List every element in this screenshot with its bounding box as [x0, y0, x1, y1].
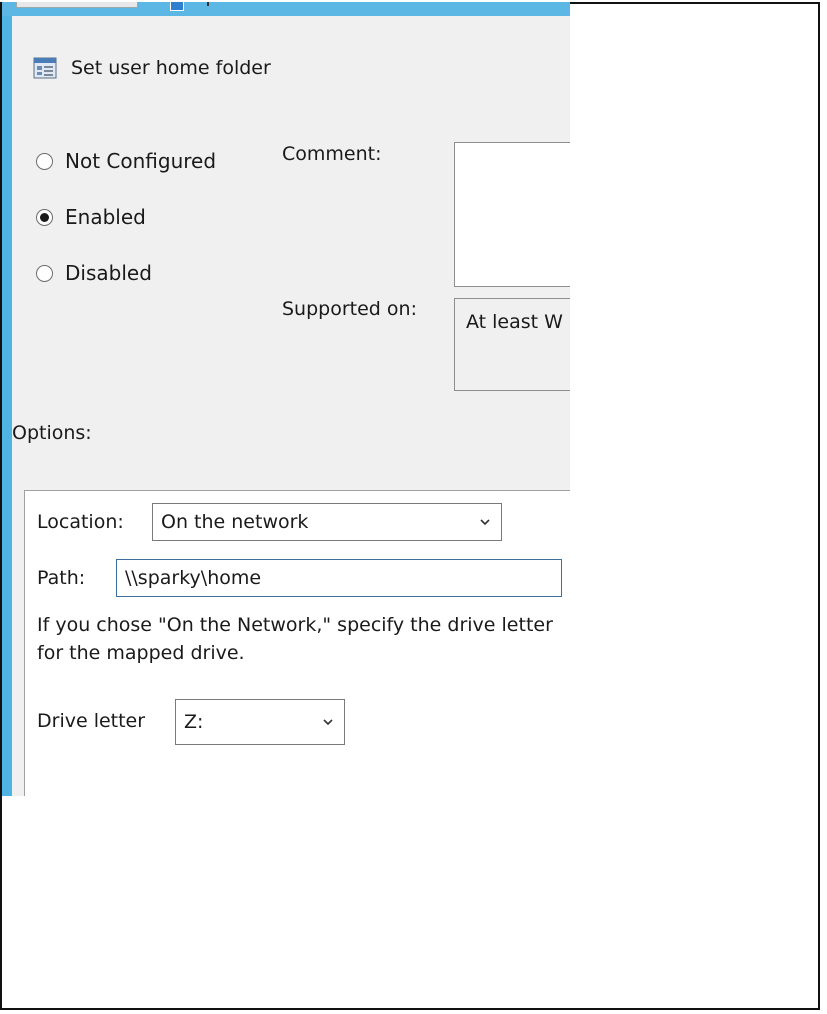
- location-dropdown[interactable]: On the network: [152, 503, 502, 541]
- radio-label: Disabled: [65, 261, 152, 285]
- options-label: Options:: [12, 422, 92, 444]
- chevron-down-icon: [480, 519, 490, 526]
- policy-setting-icon: [33, 56, 57, 80]
- path-label: Path:: [37, 567, 86, 589]
- drive-letter-label: Drive letter: [37, 710, 146, 732]
- path-value: \\sparky\home: [125, 567, 262, 589]
- radio-enabled[interactable]: Enabled: [36, 205, 146, 229]
- supported-on-label: Supported on:: [282, 298, 417, 320]
- radio-circle[interactable]: [36, 152, 53, 170]
- chevron-down-icon: [323, 719, 333, 726]
- comment-textarea[interactable]: [454, 142, 570, 287]
- policy-header: Set user home folder: [33, 54, 271, 82]
- radio-circle-selected[interactable]: [36, 208, 53, 226]
- comment-label: Comment:: [282, 143, 382, 165]
- radio-label: Not Configured: [65, 149, 217, 173]
- dialog-window: Set user home folder Not Configured Enab…: [2, 2, 570, 796]
- location-value: On the network: [161, 511, 309, 533]
- title-bar-fragment: [16, 2, 138, 8]
- policy-panel: Set user home folder Not Configured Enab…: [12, 16, 570, 796]
- radio-not-configured[interactable]: Not Configured: [36, 149, 216, 173]
- title-text-fragment: [207, 2, 209, 6]
- policy-title: Set user home folder: [71, 57, 271, 79]
- drive-letter-value: Z:: [184, 711, 204, 733]
- options-pane: Location: On the network Path: \\sparky\…: [24, 490, 570, 796]
- drive-letter-dropdown[interactable]: Z:: [175, 699, 345, 745]
- radio-label: Enabled: [65, 205, 146, 229]
- window-top-strip: [2, 2, 570, 16]
- supported-on-box: At least W: [454, 298, 570, 391]
- radio-disabled[interactable]: Disabled: [36, 261, 152, 285]
- window-icon: [170, 2, 184, 11]
- path-input[interactable]: \\sparky\home: [116, 559, 562, 597]
- drive-help-text: If you chose "On the Network," specify t…: [37, 614, 553, 664]
- supported-on-value: At least W: [466, 311, 563, 333]
- radio-circle[interactable]: [36, 264, 53, 282]
- location-label: Location:: [37, 511, 124, 533]
